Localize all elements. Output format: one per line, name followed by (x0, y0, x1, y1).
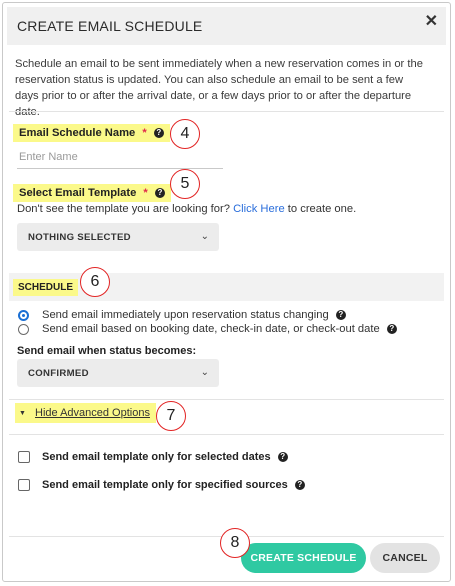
schedule-heading: SCHEDULE (13, 279, 79, 296)
help-icon[interactable]: ? (154, 188, 165, 198)
dialog-title: CREATE EMAIL SCHEDULE (17, 18, 203, 34)
status-selected-value: CONFIRMED (28, 368, 89, 379)
required-marker: * (142, 127, 147, 139)
specified-sources-text: Send email template only for specified s… (42, 479, 288, 491)
selected-dates-text: Send email template only for selected da… (42, 451, 271, 463)
cancel-button[interactable]: CANCEL (370, 543, 440, 573)
radio-immediate-label: Send email immediately upon reservation … (42, 309, 346, 321)
callout-4: 4 (170, 119, 200, 149)
radio-date-based[interactable] (18, 324, 29, 335)
divider (9, 399, 444, 400)
help-icon[interactable]: ? (277, 452, 288, 462)
template-hint-suffix: to create one. (287, 203, 357, 215)
status-label: Send email when status becomes: (17, 345, 197, 357)
help-icon[interactable]: ? (294, 480, 305, 490)
select-email-template-label: Select Email Template * ? (13, 184, 171, 202)
dialog-header: CREATE EMAIL SCHEDULE ✕ (7, 7, 446, 45)
advanced-options-toggle[interactable]: ▼ Hide Advanced Options (15, 403, 156, 423)
required-marker: * (143, 187, 148, 199)
chevron-down-icon: ⌄ (200, 367, 209, 378)
schedule-heading-text: SCHEDULE (13, 279, 79, 296)
divider (9, 111, 444, 112)
email-template-selected-value: NOTHING SELECTED (28, 232, 131, 243)
radio-date-based-label: Send email based on booking date, check-… (42, 323, 397, 335)
email-schedule-name-label: Email Schedule Name * ? (13, 124, 170, 142)
radio-immediate-text: Send email immediately upon reservation … (42, 309, 329, 321)
template-label-text: Select Email Template (19, 187, 137, 199)
name-label-text: Email Schedule Name (19, 127, 136, 139)
chevron-down-icon: ⌄ (200, 231, 209, 242)
help-icon[interactable]: ? (153, 128, 164, 138)
email-schedule-name-input[interactable] (17, 146, 223, 169)
status-select[interactable]: CONFIRMED ⌄ (17, 359, 219, 387)
email-template-select[interactable]: NOTHING SELECTED ⌄ (17, 223, 219, 251)
create-schedule-button[interactable]: CREATE SCHEDULE (241, 543, 366, 573)
caret-down-icon: ▼ (19, 410, 26, 417)
specified-sources-checkbox[interactable] (18, 479, 30, 491)
radio-immediate[interactable] (18, 310, 29, 321)
specified-sources-label: Send email template only for specified s… (42, 479, 305, 491)
close-icon[interactable]: ✕ (425, 14, 438, 30)
callout-8: 8 (220, 528, 250, 558)
radio-date-based-text: Send email based on booking date, check-… (42, 323, 380, 335)
template-hint-text: Don't see the template you are looking f… (17, 203, 230, 215)
help-icon[interactable]: ? (335, 310, 346, 320)
selected-dates-checkbox[interactable] (18, 451, 30, 463)
selected-dates-label: Send email template only for selected da… (42, 451, 288, 463)
hide-advanced-options-link[interactable]: Hide Advanced Options (35, 407, 150, 419)
callout-6: 6 (80, 267, 110, 297)
create-template-link[interactable]: Click Here (233, 203, 285, 215)
help-icon[interactable]: ? (386, 324, 397, 334)
create-email-schedule-dialog: CREATE EMAIL SCHEDULE ✕ Schedule an emai… (2, 2, 451, 582)
divider (9, 434, 444, 435)
callout-5: 5 (170, 169, 200, 199)
template-hint: Don't see the template you are looking f… (17, 203, 356, 215)
callout-7: 7 (156, 401, 186, 431)
